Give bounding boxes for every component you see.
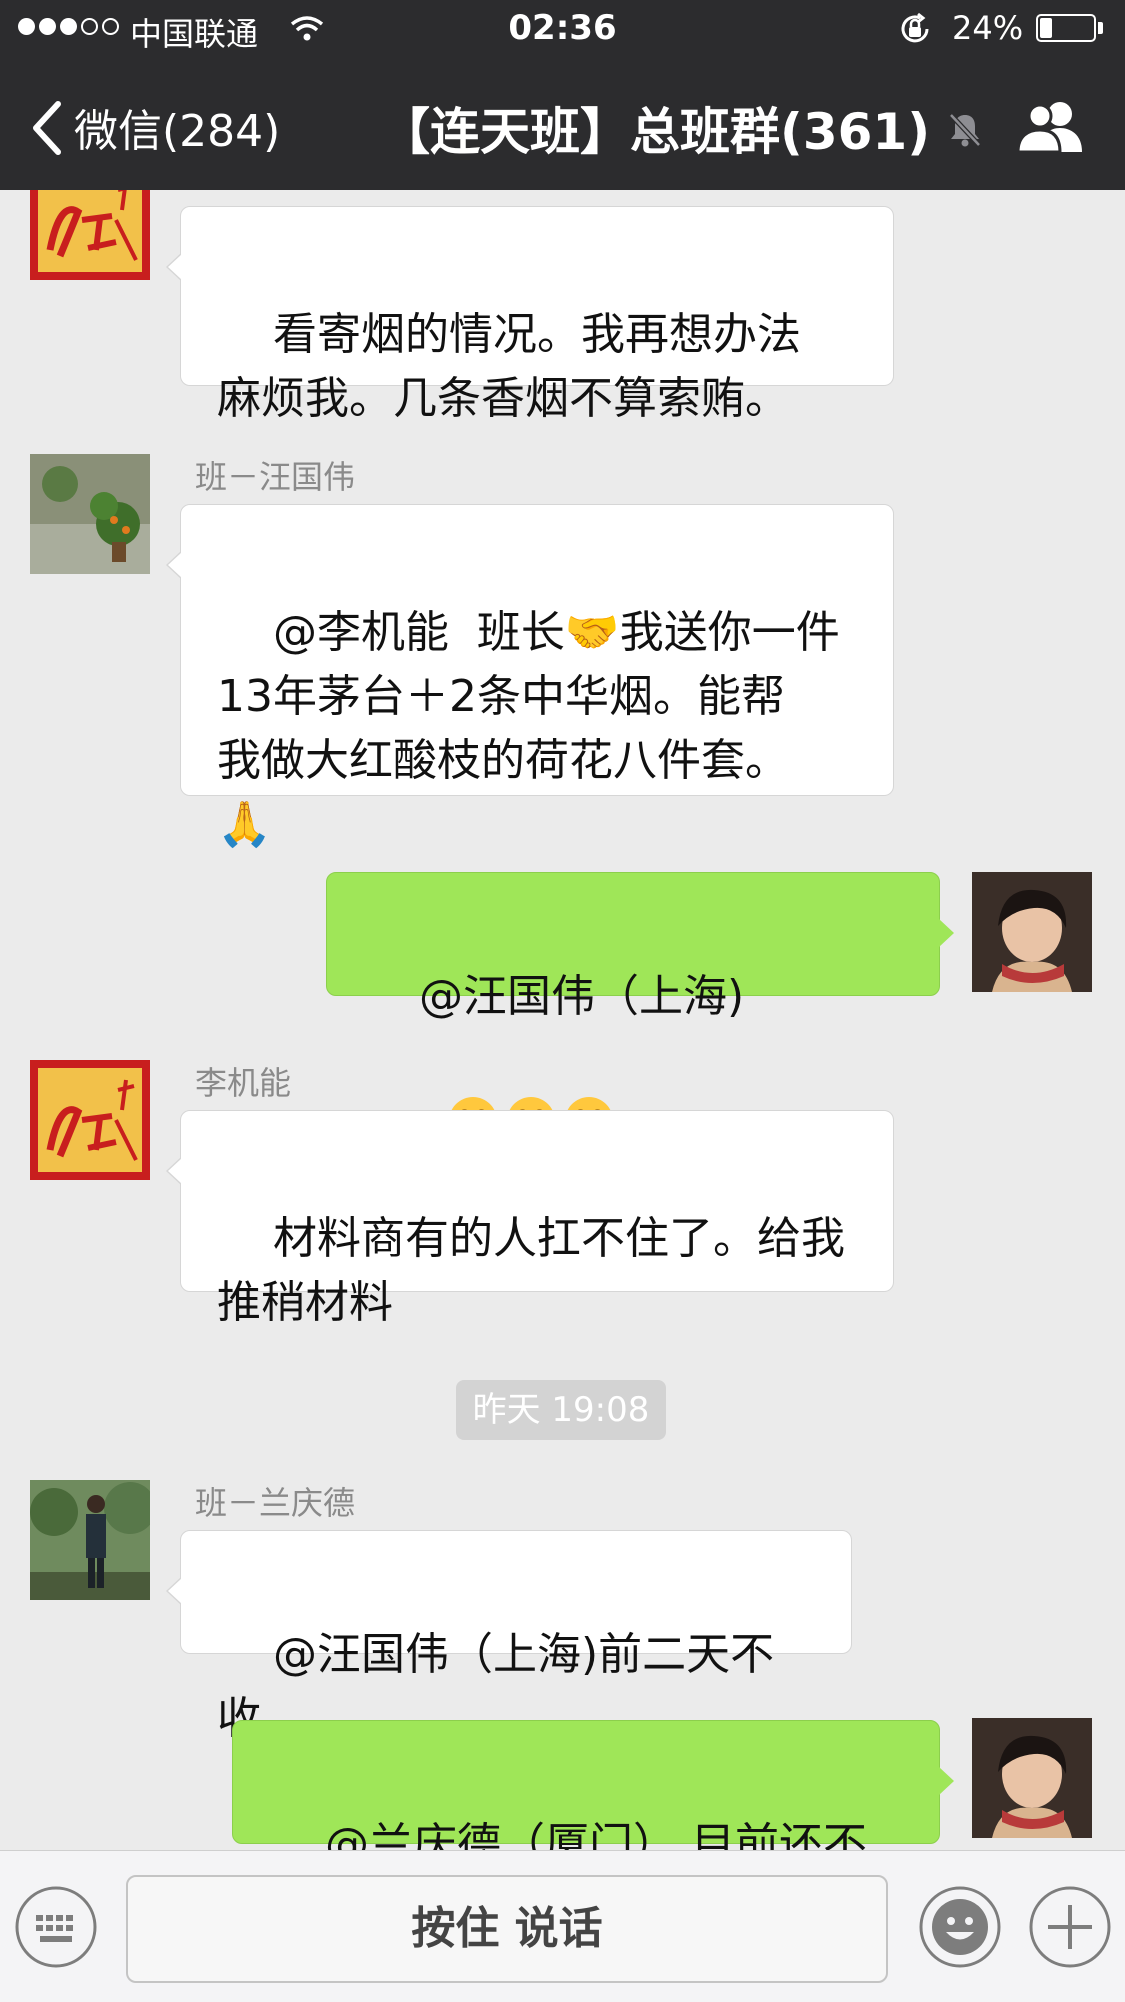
mute-icon [949, 113, 981, 147]
hold-to-talk-button[interactable]: 按住 说话 [126, 1875, 888, 1983]
avatar-self[interactable] [972, 872, 1092, 992]
timestamp-badge: 昨天 19:08 [456, 1380, 666, 1440]
nav-bar: 微信(284) 【连天班】总班群(361) [0, 70, 1125, 190]
sender-name: 班－兰庆德 [195, 1484, 356, 1522]
orientation-lock-icon [901, 12, 929, 43]
message-text: @兰庆德（厦门） 目前还不收 [324, 1819, 867, 1850]
chevron-left-icon[interactable] [28, 98, 64, 158]
battery-percent: 24% [952, 9, 1024, 47]
calligraphy-avatar-image [38, 190, 142, 272]
plus-icon[interactable] [1028, 1885, 1112, 1969]
message-bubble[interactable]: 材料商有的人扛不住了。给我 推稍材料 [166, 1110, 894, 1328]
person-outdoor-avatar-image [30, 1480, 150, 1600]
message-text: 看寄烟的情况。我再想办法 麻烦我。几条香烟不算索贿。 [217, 309, 801, 424]
avatar[interactable] [30, 454, 150, 574]
message-bubble-self[interactable]: @兰庆德（厦门） 目前还不收 [232, 1720, 954, 1850]
chat-area[interactable]: 看寄烟的情况。我再想办法 麻烦我。几条香烟不算索贿。 班－汪国伟 @李机能 班长… [0, 190, 1125, 1850]
chat-title: 【连天班】总班群(361) [380, 103, 931, 161]
message-text: @汪国伟（上海) [418, 971, 745, 1022]
message-text: @李机能 班长🤝我送你一件 13年茅台＋2条中华烟。能帮 我做大红酸枝的荷花八件… [217, 607, 840, 850]
garden-photo-avatar-image [30, 454, 150, 574]
sender-name: 李机能 [195, 1064, 292, 1102]
emoji-icon[interactable] [918, 1885, 1002, 1969]
group-members-icon[interactable] [1014, 96, 1086, 156]
top-bar: 中国联通 02:36 24% 微信(284) 【连天班】总班群(361) [0, 0, 1125, 190]
message-bubble-self[interactable]: @汪国伟（上海) [326, 872, 954, 1145]
status-bar: 中国联通 02:36 24% [0, 0, 1125, 60]
message-bubble[interactable]: @李机能 班长🤝我送你一件 13年茅台＋2条中华烟。能帮 我做大红酸枝的荷花八件… [166, 504, 894, 850]
avatar[interactable] [30, 1060, 150, 1180]
calligraphy-avatar-image [38, 1068, 142, 1172]
sender-name: 班－汪国伟 [195, 458, 356, 496]
battery-icon [1036, 14, 1096, 42]
message-bubble[interactable]: 看寄烟的情况。我再想办法 麻烦我。几条香烟不算索贿。 [166, 206, 894, 424]
keyboard-icon[interactable] [14, 1885, 98, 1969]
back-button[interactable]: 微信(284) [74, 95, 280, 159]
selfie-avatar-image [972, 872, 1092, 992]
message-bubble[interactable]: @汪国伟（上海)前二天不收 [166, 1530, 852, 1744]
avatar[interactable] [30, 190, 150, 280]
input-bar: 按住 说话 [0, 1850, 1125, 2002]
message-text: 材料商有的人扛不住了。给我 推稍材料 [217, 1213, 845, 1328]
avatar-self[interactable] [972, 1718, 1092, 1838]
avatar[interactable] [30, 1480, 150, 1600]
selfie-avatar-image [972, 1718, 1092, 1838]
